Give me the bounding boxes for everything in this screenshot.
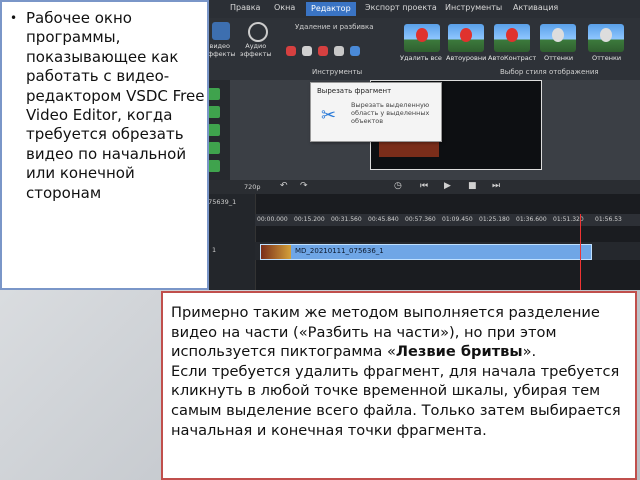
styles-group-label: Выбор стиля отображения: [500, 68, 599, 76]
play-icon[interactable]: ▶: [444, 181, 451, 191]
undo-icon[interactable]: ↶: [280, 181, 288, 191]
headphones-icon[interactable]: [248, 22, 268, 42]
style-label-2: АвтоКонтраст: [488, 54, 537, 62]
style-thumb-1[interactable]: [448, 24, 484, 52]
tick-label: 00:00.000: [257, 216, 288, 223]
cut-icon[interactable]: [286, 46, 296, 56]
tool-icon-1[interactable]: [208, 88, 220, 100]
menu-activation[interactable]: Активация: [513, 3, 558, 12]
quality-label[interactable]: 720p: [244, 183, 261, 191]
scissors-icon: ✂: [321, 105, 337, 126]
menu-bar: Правка Окна Редактор Экспорт проекта Инс…: [200, 0, 640, 18]
tick-label: 00:31.560: [331, 216, 362, 223]
scissors-icon[interactable]: [350, 46, 360, 56]
video-clip[interactable]: MD_20210111_075636_1: [260, 244, 592, 260]
menu-tools[interactable]: Инструменты: [445, 3, 502, 12]
caption-text-left: Рабочее окно программы, показывающее как…: [26, 9, 205, 202]
stop-icon[interactable]: ■: [468, 181, 477, 191]
audio-effects-button[interactable]: Аудио эффекты: [240, 42, 272, 58]
vsdc-screenshot: Правка Окна Редактор Экспорт проекта Инс…: [200, 0, 640, 290]
delete-split-label[interactable]: Удаление и разбивка: [295, 23, 374, 31]
tool-icon-5[interactable]: [208, 160, 220, 172]
tick-label: 00:45.840: [368, 216, 399, 223]
caption-text-right: Примерно таким же методом выполняется ра…: [171, 303, 631, 440]
paragraph-2: Если требуется удалить фрагмент, для нач…: [171, 362, 621, 439]
style-label-4: Оттенки: [592, 54, 622, 62]
razor-icon[interactable]: [318, 46, 328, 56]
crop-icon[interactable]: [302, 46, 312, 56]
style-label-1: Автоуровни: [446, 54, 487, 62]
menu-editor[interactable]: Редактор: [306, 2, 356, 16]
paragraph-1-end: ».: [522, 343, 537, 361]
clock-icon[interactable]: ◷: [394, 181, 402, 191]
clip-name: MD_20210111_075636_1: [295, 247, 384, 255]
prev-frame-icon[interactable]: ⏮: [420, 181, 428, 191]
tool-icon-3[interactable]: [208, 124, 220, 136]
style-thumb-0[interactable]: [404, 24, 440, 52]
tooltip-title: Вырезать фрагмент: [317, 87, 392, 95]
tick-label: 01:36.600: [516, 216, 547, 223]
redo-icon[interactable]: ↷: [300, 181, 308, 191]
style-thumb-4[interactable]: [588, 24, 624, 52]
rotate-icon[interactable]: [334, 46, 344, 56]
tooltip-body: Вырезать выделенную область у выделенных…: [351, 101, 430, 125]
style-label-0: Удалить все: [400, 54, 442, 62]
transport-bar: 720p ↶ ↷ ◷ ⏮ ▶ ■ ⏭: [200, 180, 640, 194]
menu-export[interactable]: Экспорт проекта: [365, 3, 437, 12]
menu-windows[interactable]: Окна: [274, 3, 295, 12]
caption-box-left: • Рабочее окно программы, показывающее к…: [0, 0, 209, 290]
razor-term: Лезвие бритвы: [395, 343, 523, 361]
work-area: Вырезать фрагмент ✂ Вырезать выделенную …: [230, 80, 640, 180]
tick-label: 00:57.360: [405, 216, 436, 223]
next-frame-icon[interactable]: ⏭: [492, 181, 500, 191]
tick-label: 00:15.200: [294, 216, 325, 223]
style-thumb-2[interactable]: [494, 24, 530, 52]
ribbon: видео эффекты Аудио эффекты Удаление и р…: [200, 18, 640, 81]
bullet-marker: •: [10, 11, 18, 25]
tool-icon-4[interactable]: [208, 142, 220, 154]
caption-box-right: Примерно таким же методом выполняется ра…: [161, 291, 637, 480]
tick-label: 01:09.450: [442, 216, 473, 223]
playhead[interactable]: [580, 214, 581, 290]
style-thumb-3[interactable]: [540, 24, 576, 52]
tick-label: 01:25.180: [479, 216, 510, 223]
timeline: 075639_1 1 00:00.000 00:15.200 00:31.560…: [200, 194, 640, 290]
menu-edit[interactable]: Правка: [230, 3, 260, 12]
tick-label: 01:56.53: [595, 216, 622, 223]
tooltip-cut-fragment: Вырезать фрагмент ✂ Вырезать выделенную …: [310, 82, 442, 142]
tool-icon-2[interactable]: [208, 106, 220, 118]
clip-thumbnail: [261, 245, 291, 259]
style-label-3: Оттенки: [544, 54, 574, 62]
video-effects-icon[interactable]: [212, 22, 230, 40]
tools-group-label: Инструменты: [312, 68, 363, 76]
track-label: 1: [212, 246, 217, 254]
